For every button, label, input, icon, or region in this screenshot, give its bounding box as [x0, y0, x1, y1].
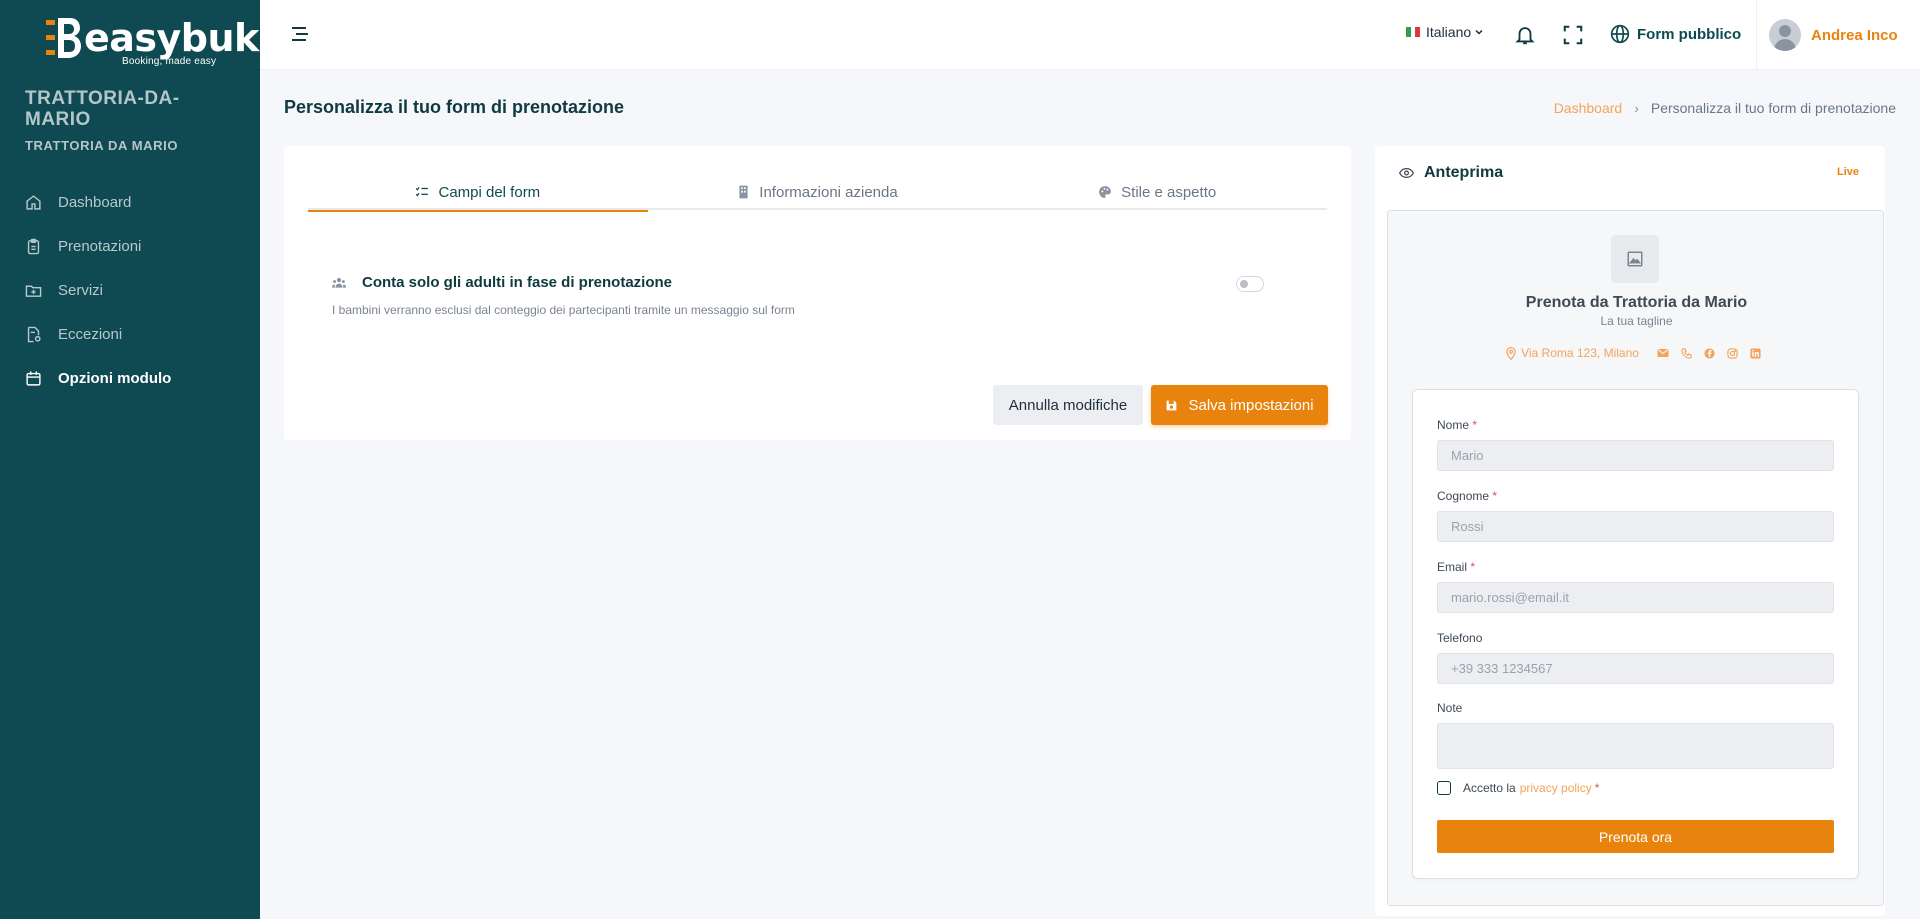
map-pin-icon	[1506, 346, 1516, 360]
field-label-email: Email *	[1437, 560, 1476, 574]
nome-input[interactable]: Mario	[1437, 440, 1834, 471]
sidebar-item-dashboard[interactable]: Dashboard	[0, 180, 260, 224]
privacy-policy-link[interactable]: privacy policy	[1520, 781, 1592, 795]
palette-icon	[1098, 185, 1112, 199]
telefono-input[interactable]: +39 333 1234567	[1437, 653, 1834, 684]
building-icon	[737, 185, 750, 199]
preview-panel: Anteprima Live Prenota da Trattoria da M…	[1375, 146, 1885, 916]
sidebar-item-label: Opzioni modulo	[58, 369, 172, 387]
linkedin-icon[interactable]	[1750, 347, 1761, 359]
chevron-down-icon	[1475, 29, 1483, 35]
save-settings-button[interactable]: Salva impostazioni	[1151, 385, 1328, 425]
setting-description: I bambini verranno esclusi dal conteggio…	[332, 303, 795, 317]
facebook-icon[interactable]	[1704, 347, 1715, 359]
folder-plus-icon	[24, 281, 42, 299]
public-form-label: Form pubblico	[1637, 25, 1742, 43]
tab-label: Campi del form	[438, 183, 541, 201]
instagram-icon[interactable]	[1727, 347, 1738, 359]
tab-label: Informazioni azienda	[759, 183, 898, 201]
user-name: Andrea Inco	[1811, 26, 1898, 44]
privacy-required-mark: *	[1594, 781, 1600, 795]
user-menu[interactable]: Andrea Inco	[1756, 0, 1920, 70]
brand-tagline: Booking, made easy	[122, 56, 217, 67]
live-badge: Live	[1836, 166, 1859, 178]
book-now-button[interactable]: Prenota ora	[1437, 820, 1834, 853]
logo-mark-icon	[46, 18, 81, 58]
tenant-slug: TRATTORIA-DA-MARIO	[25, 88, 180, 130]
setting-label: Conta solo gli adulti in fase di prenota…	[362, 274, 673, 291]
image-placeholder-icon	[1611, 235, 1659, 283]
sidebar-item-label: Eccezioni	[58, 325, 123, 343]
italy-flag-icon	[1406, 27, 1421, 37]
mail-icon[interactable]	[1657, 348, 1669, 358]
home-icon	[24, 193, 42, 211]
users-icon	[332, 277, 346, 289]
chevron-right-icon: ›	[1634, 100, 1639, 116]
public-form-link[interactable]: Form pubblico	[1610, 24, 1741, 44]
privacy-checkbox[interactable]	[1437, 781, 1451, 795]
email-input[interactable]: mario.rossi@email.it	[1437, 582, 1834, 613]
menu-toggle-icon[interactable]	[290, 24, 310, 44]
field-label-cognome: Cognome *	[1437, 489, 1498, 503]
language-selector[interactable]: Italiano	[1406, 24, 1484, 40]
breadcrumb-dashboard[interactable]: Dashboard	[1554, 100, 1623, 116]
tab-stile-e-aspetto[interactable]: Stile e aspetto	[987, 174, 1327, 210]
globe-icon	[1610, 24, 1630, 44]
sidebar-item-label: Prenotazioni	[58, 237, 142, 255]
sidebar-item-label: Dashboard	[58, 193, 132, 211]
field-label-note: Note	[1437, 701, 1463, 715]
note-textarea[interactable]	[1437, 723, 1834, 769]
cognome-input[interactable]: Rossi	[1437, 511, 1834, 542]
language-label: Italiano	[1426, 24, 1472, 40]
sidebar-item-prenotazioni[interactable]: Prenotazioni	[0, 224, 260, 268]
eye-icon	[1399, 167, 1414, 179]
tab-label: Stile e aspetto	[1121, 183, 1217, 201]
tab-campi-del-form[interactable]: Campi del form	[308, 174, 648, 212]
tenant-name: TRATTORIA DA MARIO	[25, 138, 179, 153]
business-contacts: Via Roma 123, Milano	[1388, 346, 1885, 360]
sidebar-item-label: Servizi	[58, 281, 104, 299]
document-gear-icon	[24, 325, 42, 343]
privacy-consent: Accetto la privacy policy *	[1437, 781, 1599, 795]
business-tagline: La tua tagline	[1600, 314, 1673, 328]
tab-informazioni-azienda[interactable]: Informazioni azienda	[648, 174, 988, 210]
page-title: Personalizza il tuo form di prenotazione	[284, 97, 625, 117]
list-check-icon	[415, 185, 429, 199]
save-label: Salva impostazioni	[1188, 396, 1314, 414]
preview-header: Anteprima	[1399, 164, 1503, 182]
avatar	[1769, 19, 1801, 51]
fullscreen-icon[interactable]	[1562, 24, 1584, 46]
business-name: Prenota da Trattoria da Mario	[1525, 294, 1748, 311]
sidebar-item-eccezioni[interactable]: Eccezioni	[0, 312, 260, 356]
sidebar-item-servizi[interactable]: Servizi	[0, 268, 260, 312]
tab-bar: Campi del form Informazioni azienda Stil…	[308, 174, 1327, 212]
floppy-disk-icon	[1167, 400, 1177, 410]
field-label-telefono: Telefono	[1437, 631, 1483, 645]
field-label-nome: Nome *	[1437, 418, 1478, 432]
brand-logo[interactable]: easybuk Booking, made easy	[46, 16, 259, 70]
sidebar-nav: Dashboard Prenotazioni Servizi Eccezioni…	[0, 180, 260, 400]
calendar-icon	[24, 369, 42, 387]
cancel-button[interactable]: Annulla modifiche	[993, 385, 1143, 425]
adults-only-setting: Conta solo gli adulti in fase di prenota…	[332, 274, 1302, 317]
notification-bell-icon[interactable]	[1514, 24, 1536, 46]
adults-only-toggle[interactable]	[1236, 276, 1264, 292]
sidebar-item-opzioni-modulo[interactable]: Opzioni modulo	[0, 356, 260, 400]
breadcrumb-current: Personalizza il tuo form di prenotazione	[1650, 100, 1896, 116]
breadcrumb: Dashboard › Personalizza il tuo form di …	[1554, 100, 1896, 116]
toggle-knob	[1240, 280, 1248, 288]
settings-card: Campi del form Informazioni azienda Stil…	[284, 146, 1351, 440]
business-address: Via Roma 123, Milano	[1506, 346, 1639, 360]
clipboard-icon	[24, 237, 42, 255]
preview-title: Anteprima	[1424, 164, 1504, 181]
sidebar: easybuk Booking, made easy TRATTORIA-DA-…	[0, 0, 260, 919]
phone-icon[interactable]	[1681, 347, 1692, 359]
preview-frame: Prenota da Trattoria da Mario La tua tag…	[1387, 210, 1884, 906]
topbar: Italiano Form pubblico Andrea Inco	[260, 0, 1920, 70]
brand-name: easybuk	[84, 16, 259, 60]
privacy-prefix: Accetto la	[1463, 781, 1516, 795]
booking-form-preview: Nome * Mario Cognome * Rossi Email * mar…	[1412, 389, 1859, 879]
address-text: Via Roma 123, Milano	[1521, 346, 1639, 360]
